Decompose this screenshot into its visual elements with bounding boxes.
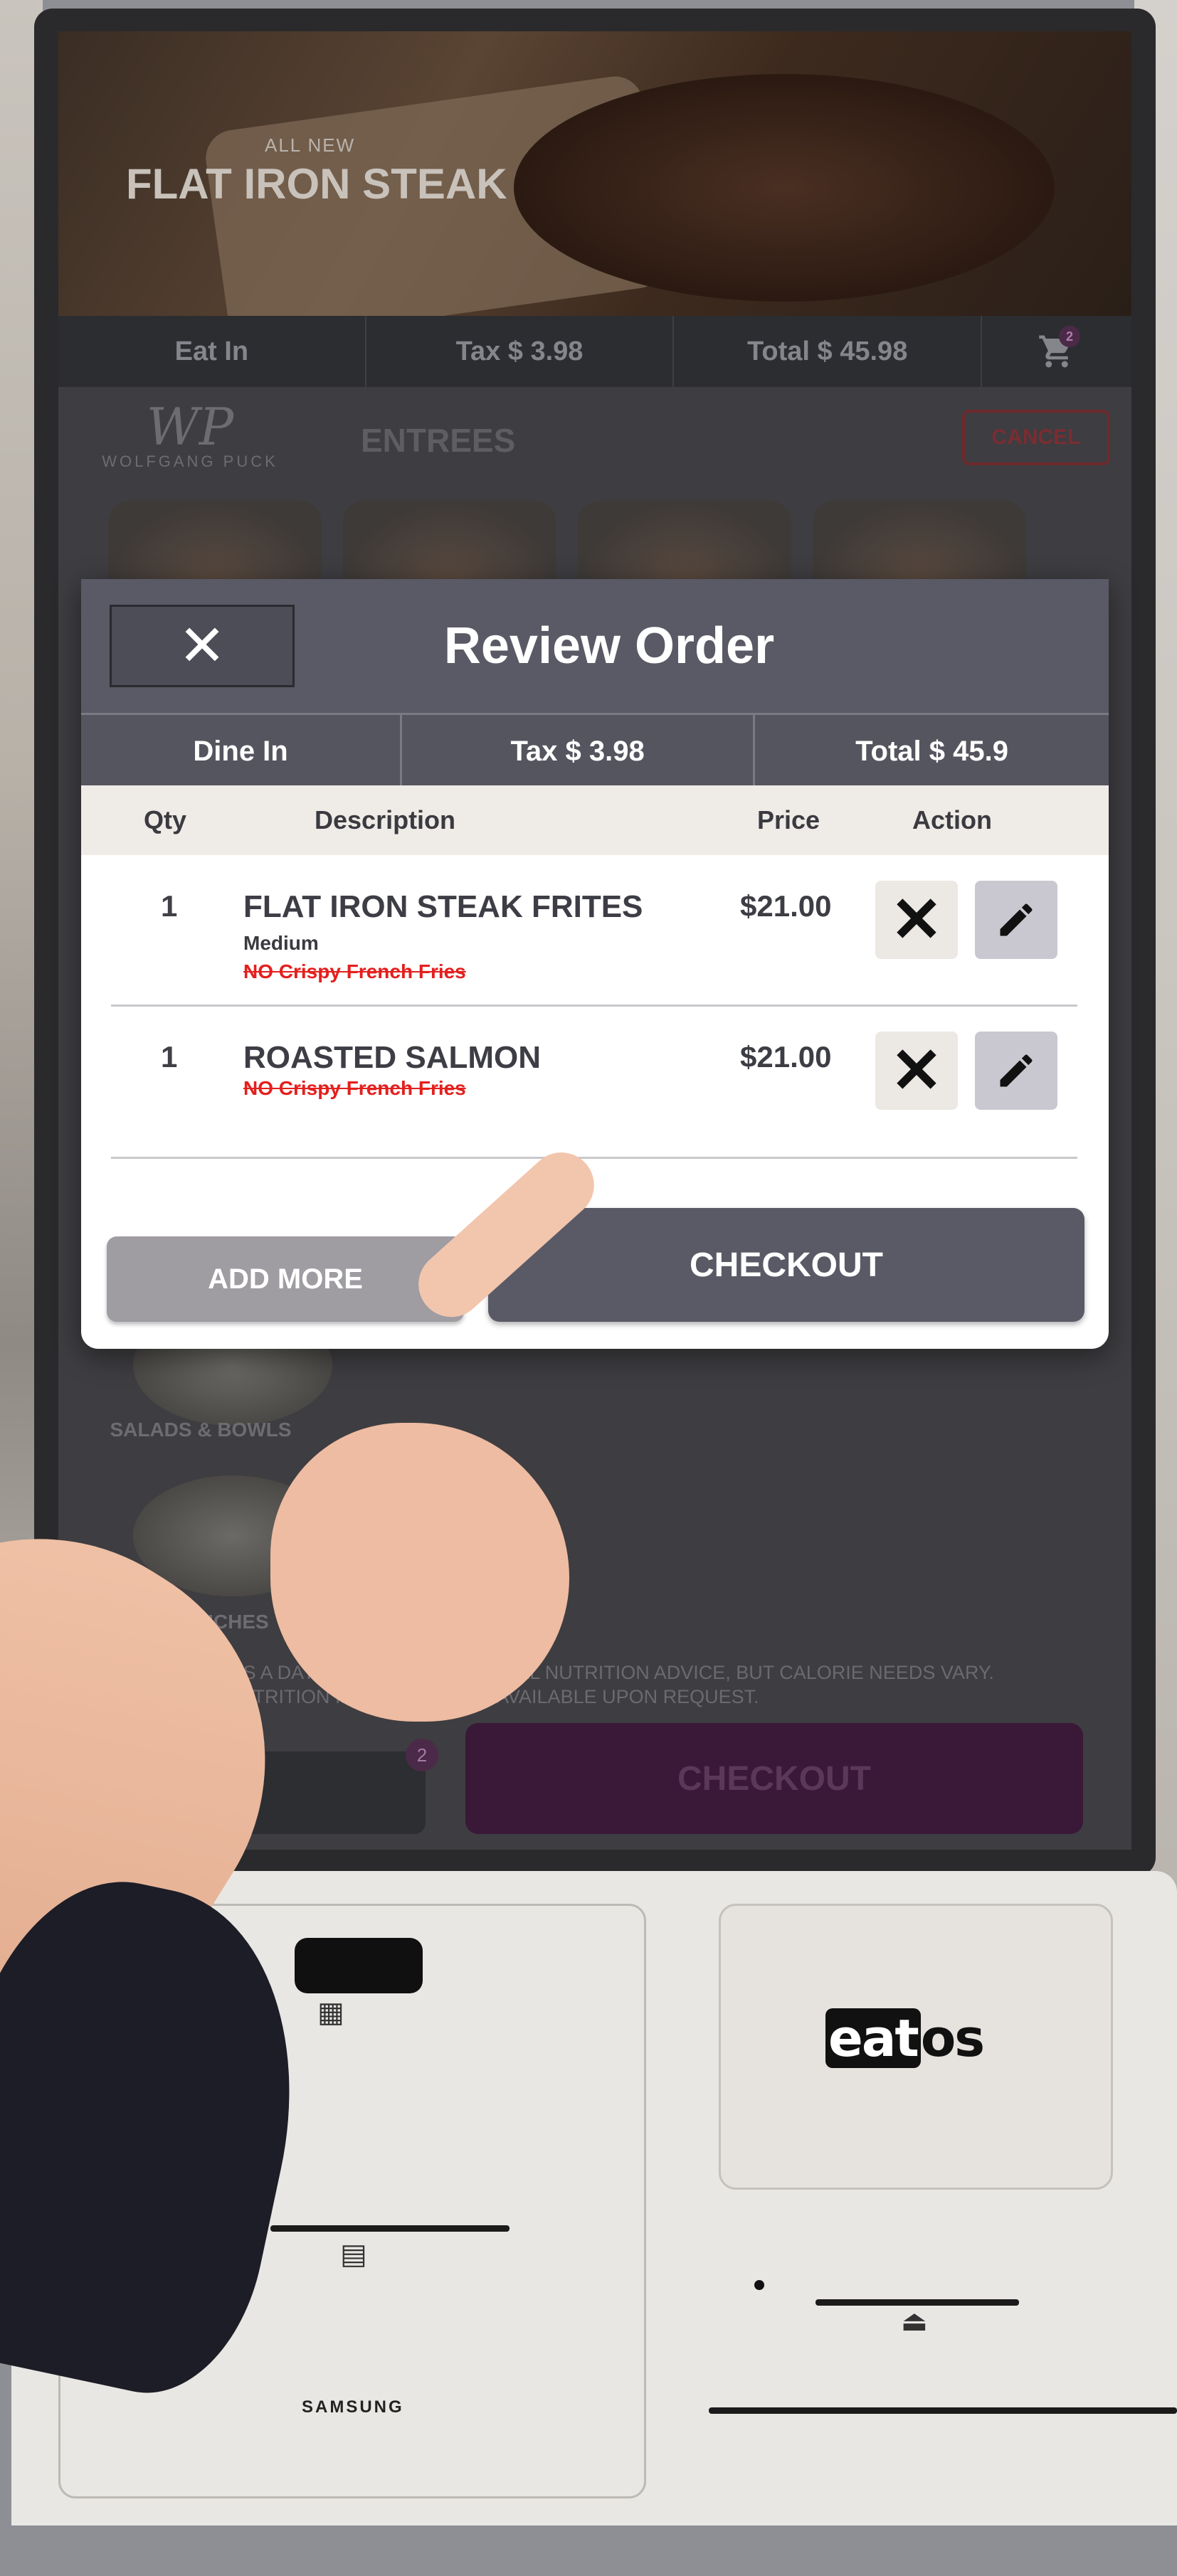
remove-item-button[interactable]: ✕ [875, 1032, 958, 1110]
column-action: Action [912, 805, 992, 834]
wolfgang-puck-logo: WP WOLFGANG PUCK [97, 401, 283, 471]
checkout-button[interactable]: CHECKOUT [488, 1208, 1084, 1322]
pencil-icon [1000, 903, 1033, 936]
hero-title: FLAT IRON STEAK [126, 160, 507, 208]
hero-steak-image [514, 74, 1055, 302]
info-dine-in: Dine In [81, 715, 403, 788]
item-removed-option: NO Crispy French Fries [243, 1077, 466, 1099]
x-icon: ✕ [890, 884, 943, 955]
receipt-icon: ▤ [340, 2239, 367, 2270]
cart-button[interactable]: 2 [982, 316, 1131, 387]
edit-item-button[interactable] [975, 881, 1057, 959]
maker-logo: SAMSUNG [302, 2397, 404, 2417]
order-summary-bar: Eat In Tax $ 3.98 Total $ 45.98 2 [58, 316, 1131, 387]
item-modifier: Medium [243, 932, 319, 954]
column-description: Description [315, 805, 456, 834]
add-more-button[interactable]: ADD MORE [107, 1236, 464, 1322]
item-name: ROASTED SALMON [243, 1040, 541, 1075]
menu-item-image[interactable] [813, 501, 1026, 586]
item-qty: 1 [161, 1040, 178, 1074]
column-price: Price [757, 805, 820, 834]
eatos-logo: eatos [825, 2008, 1003, 2068]
bottom-checkout-button[interactable]: CHECKOUT [465, 1723, 1083, 1834]
card-scanner [295, 1938, 423, 1993]
item-price: $21.00 [740, 889, 832, 923]
menu-item-image[interactable] [578, 501, 791, 586]
review-order-modal: Review Order ✕ Dine In Tax $ 3.98 Total … [81, 579, 1109, 1349]
menu-item-image[interactable] [343, 501, 556, 586]
order-table-header: Qty Description Price Action [81, 785, 1109, 855]
pencil-icon [1000, 1054, 1033, 1087]
logo-mark: WP [146, 397, 234, 457]
x-icon: ✕ [890, 1035, 943, 1106]
summary-tax: Tax $ 3.98 [366, 316, 675, 387]
category-title: ENTREES [361, 422, 516, 459]
bottom-cart-badge: 2 [406, 1739, 438, 1771]
hero-eyebrow: ALL NEW [265, 134, 356, 156]
modal-info-bar: Dine In Tax $ 3.98 Total $ 45.9 [81, 713, 1109, 788]
brand-row: WP WOLFGANG PUCK ENTREES CANCEL [58, 387, 1131, 508]
remove-item-button[interactable]: ✕ [875, 881, 958, 959]
menu-item-image[interactable] [108, 501, 322, 586]
eatos-logo-text: os [920, 2008, 985, 2068]
info-tax: Tax $ 3.98 [402, 715, 756, 788]
menu-item-strip [58, 501, 1131, 586]
close-icon: ✕ [178, 614, 226, 677]
modal-header: Review Order ✕ [81, 579, 1109, 713]
item-qty: 1 [161, 889, 178, 923]
receipt-slot [270, 2225, 510, 2232]
cart-count-badge: 2 [1059, 326, 1081, 347]
row-divider [111, 1005, 1077, 1007]
logo-name: WOLFGANG PUCK [102, 452, 278, 470]
indicator-dot [754, 2280, 764, 2290]
cancel-button[interactable]: CANCEL [962, 410, 1110, 465]
category-salads[interactable]: SALADS & BOWLS [94, 1419, 307, 1441]
column-qty: Qty [144, 805, 187, 834]
cash-slot [709, 2407, 1177, 2414]
close-button[interactable]: ✕ [110, 605, 295, 687]
summary-total: Total $ 45.98 [674, 316, 983, 387]
hero-banner: ALL NEW FLAT IRON STEAK [58, 31, 1131, 346]
row-divider [111, 1157, 1077, 1159]
item-price: $21.00 [740, 1040, 832, 1074]
item-name: FLAT IRON STEAK FRITES [243, 889, 643, 924]
info-total: Total $ 45.9 [855, 735, 1008, 767]
scanner-icon: ▦ [317, 1997, 344, 2028]
item-removed-option: NO Crispy French Fries [243, 960, 466, 982]
card-slot-icon: ⏏ [901, 2306, 928, 2337]
edit-item-button[interactable] [975, 1032, 1057, 1110]
dining-mode[interactable]: Eat In [58, 316, 366, 387]
